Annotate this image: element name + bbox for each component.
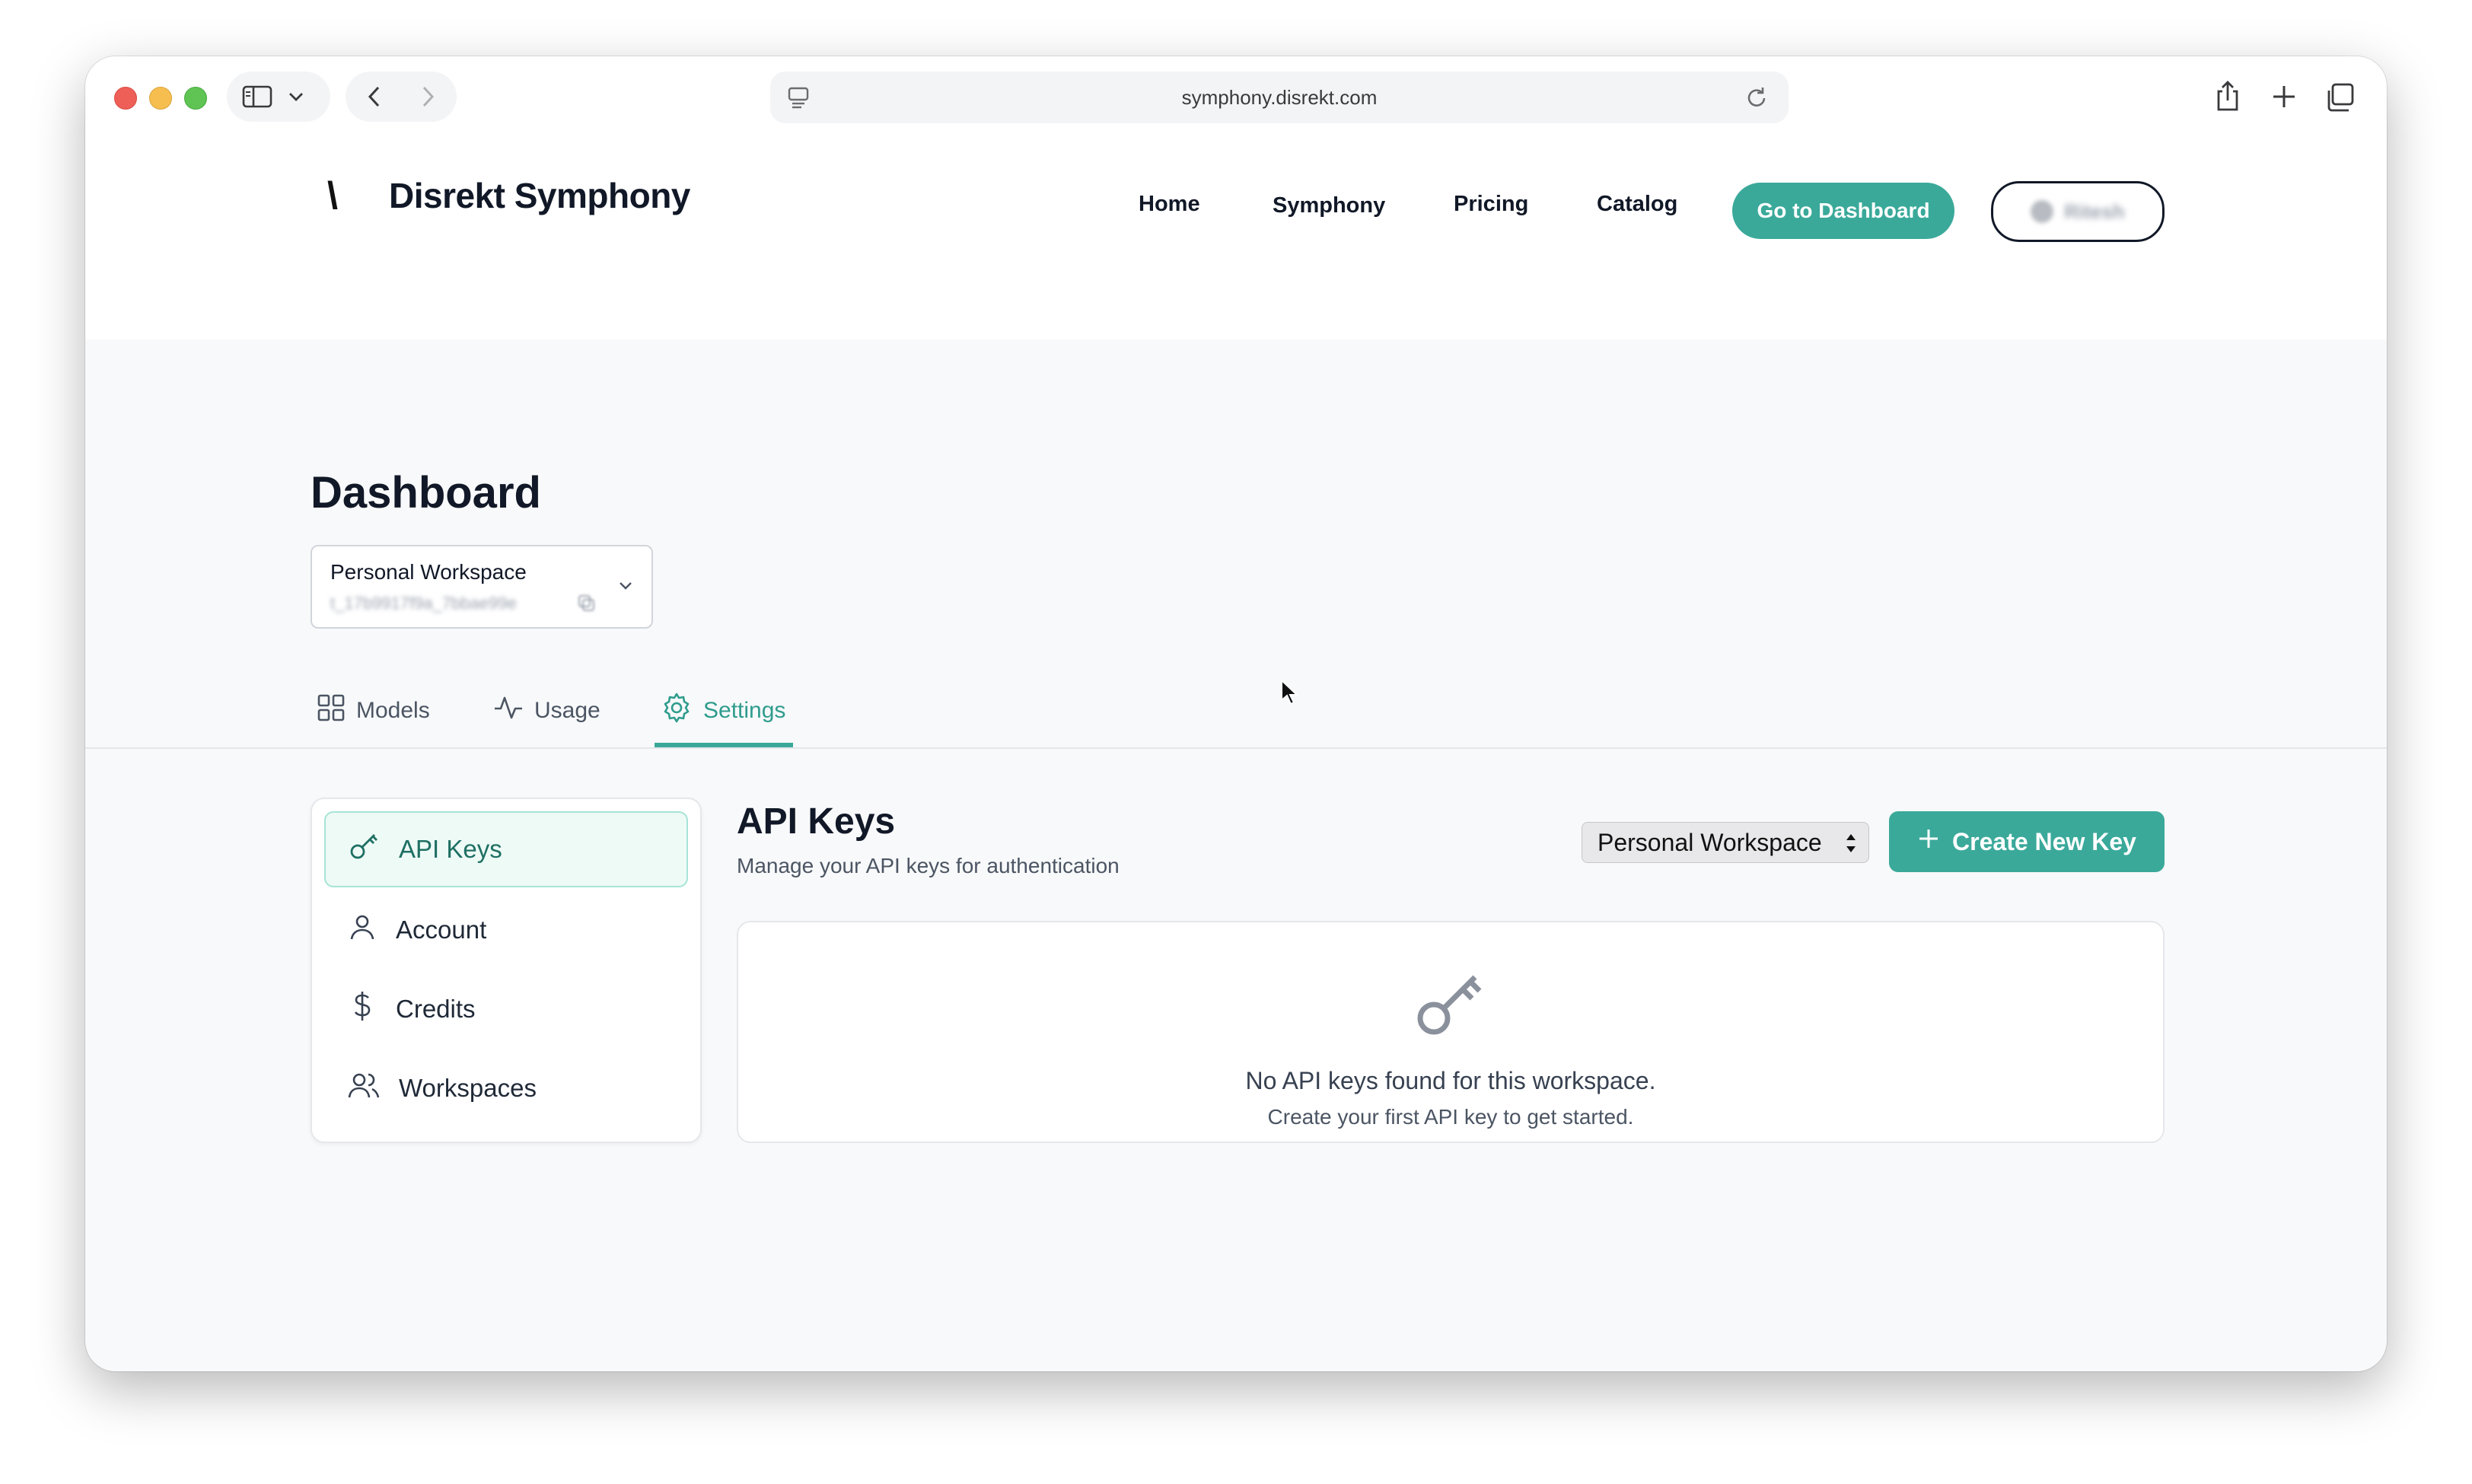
chevron-down-icon[interactable] [288, 91, 304, 103]
url-text: symphony.disrekt.com [1181, 86, 1378, 109]
workspace-name: Personal Workspace [330, 560, 527, 584]
go-to-dashboard-button[interactable]: Go to Dashboard [1732, 183, 1954, 239]
dollar-icon [347, 990, 377, 1028]
mouse-cursor-icon [1280, 678, 1300, 710]
logo-mark[interactable]: \ [327, 174, 338, 218]
key-icon [1413, 968, 1489, 1045]
back-icon[interactable] [367, 84, 382, 109]
logo-text[interactable]: Disrekt Symphony [389, 175, 690, 216]
create-new-key-label: Create New Key [1952, 827, 2136, 855]
panel-subtitle: Manage your API keys for authentication [737, 854, 1120, 877]
close-window-button[interactable] [114, 87, 137, 110]
sidebar-item-api-keys[interactable]: API Keys [324, 811, 688, 887]
empty-state-title: No API keys found for this workspace. [1245, 1067, 1656, 1094]
tab-overview-icon[interactable] [2324, 82, 2355, 113]
sidebar-toggle-group [227, 72, 330, 122]
browser-toolbar: symphony.disrekt.com [85, 56, 2387, 137]
tab-settings[interactable]: Settings [661, 680, 785, 741]
copy-icon[interactable] [577, 594, 597, 617]
empty-state-subtitle: Create your first API key to get started… [1267, 1105, 1634, 1129]
browser-window: symphony.disrekt.com \ Disrekt Symphony … [85, 56, 2387, 1371]
minimize-window-button[interactable] [149, 87, 172, 110]
sidebar-item-workspaces[interactable]: Workspaces [324, 1050, 688, 1126]
page-title: Dashboard [311, 468, 541, 517]
tab-models[interactable]: Models [317, 680, 430, 741]
user-menu-button[interactable]: Ritesh [1991, 181, 2165, 242]
nav-home[interactable]: Home [1139, 192, 1200, 217]
users-icon [347, 1070, 381, 1107]
new-tab-icon[interactable] [2271, 84, 2297, 110]
nav-catalog[interactable]: Catalog [1597, 192, 1677, 217]
sidebar-item-credits[interactable]: Credits [324, 971, 688, 1047]
settings-sidebar: API Keys Account Credits Workspaces [311, 798, 702, 1143]
grid-icon [317, 693, 346, 728]
nav-symphony[interactable]: Symphony [1273, 193, 1385, 218]
dashboard-tabs: Models Usage Settings [85, 680, 2387, 741]
address-bar[interactable]: symphony.disrekt.com [770, 72, 1789, 123]
tabs-divider [85, 747, 2387, 749]
sidebar-item-label: Credits [396, 995, 476, 1023]
sidebar-item-label: Workspaces [399, 1074, 537, 1102]
sidebar-item-label: Account [396, 916, 487, 944]
sidebar-icon[interactable] [242, 84, 272, 109]
tab-label: Models [356, 698, 430, 723]
active-tab-indicator [655, 743, 793, 747]
workspace-id: t_17b9917f9a_7bbae99e [330, 594, 517, 613]
empty-state-card: No API keys found for this workspace. Cr… [737, 921, 2165, 1143]
workspace-dropdown-value: Personal Workspace [1598, 828, 1822, 856]
sidebar-item-label: API Keys [399, 835, 502, 863]
sidebar-item-account[interactable]: Account [324, 892, 688, 968]
tab-usage[interactable]: Usage [493, 680, 600, 741]
avatar [2031, 200, 2054, 223]
site-header: \ Disrekt Symphony Home Symphony Pricing… [85, 137, 2387, 339]
tab-label: Settings [703, 698, 786, 723]
nav-pricing[interactable]: Pricing [1454, 192, 1528, 217]
share-icon[interactable] [2215, 79, 2241, 113]
zoom-window-button[interactable] [184, 87, 207, 110]
chevron-down-icon [616, 577, 635, 599]
user-icon [347, 912, 377, 948]
user-name: Ritesh [2064, 199, 2125, 223]
panel-title: API Keys [737, 801, 896, 842]
workspace-selector[interactable]: Personal Workspace t_17b9917f9a_7bbae99e [311, 545, 653, 629]
plus-icon [1917, 827, 1940, 856]
key-icon [349, 830, 381, 868]
gear-icon [661, 692, 693, 730]
forward-icon[interactable] [420, 84, 435, 109]
create-new-key-button[interactable]: Create New Key [1889, 811, 2165, 872]
workspace-dropdown[interactable]: Personal Workspace [1582, 822, 1869, 863]
activity-icon [493, 693, 524, 728]
reload-icon[interactable] [1744, 85, 1769, 113]
tab-label: Usage [534, 698, 600, 723]
select-arrows-icon [1844, 830, 1858, 863]
history-nav-group [346, 72, 457, 122]
